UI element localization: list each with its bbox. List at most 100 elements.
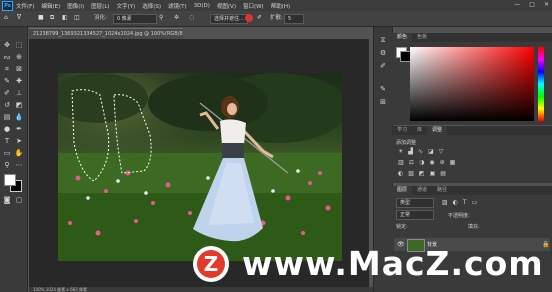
black-white-icon[interactable]: ◑ [419, 159, 424, 166]
menu-view[interactable]: 视图(V) [217, 2, 236, 10]
hue-saturation-icon[interactable]: ▥ [398, 159, 404, 166]
adjustment-icons-row-1: ☀ ▟ ∿ ◪ ▽ [398, 148, 443, 155]
vibrance-icon[interactable]: ▽ [439, 148, 444, 155]
layer-filter-icons: ▨ ◐ T ▭ [442, 199, 477, 206]
document-image[interactable] [58, 73, 342, 261]
gradient-tool-icon[interactable]: ▤ [2, 112, 12, 122]
maximize-button[interactable]: □ [529, 1, 535, 8]
posterize-icon[interactable]: ▨ [408, 170, 414, 177]
selective-color-icon[interactable]: ▣ [430, 170, 436, 177]
move-tool-icon[interactable]: ✥ [2, 40, 12, 50]
eyedropper-icon[interactable]: ✎ [2, 76, 12, 86]
invert-icon[interactable]: ◐ [398, 170, 403, 177]
tab-swatches[interactable]: 色板 [412, 33, 432, 42]
channel-mixer-icon[interactable]: ⊛ [440, 159, 445, 166]
subtract-selection-icon[interactable]: ◧ [62, 14, 68, 22]
brush-tool-icon[interactable]: ✐ [2, 88, 12, 98]
fill-label: 填充: [468, 224, 480, 230]
lasso-tool-icon[interactable]: ᔓ [2, 52, 12, 62]
menu-window[interactable]: 窗口(W) [243, 2, 264, 10]
tab-learn[interactable]: 学习 [392, 126, 412, 135]
shape-tool-icon[interactable]: ▭ [2, 148, 12, 158]
marquee-tool-icon[interactable]: ⬚ [14, 40, 24, 50]
color-balance-icon[interactable]: ⚖ [409, 159, 414, 166]
home-icon[interactable]: ⌂ [4, 14, 8, 22]
blend-mode-select[interactable]: 正常 [396, 210, 434, 220]
zoom-tool-icon[interactable]: ⚲ [2, 160, 12, 170]
levels-icon[interactable]: ▟ [408, 148, 413, 155]
tab-layers[interactable]: 图层 [392, 186, 413, 195]
intersect-selection-icon[interactable]: ◫ [74, 14, 80, 22]
document-tab[interactable]: 21238799_1369321334527_1024x1024.jpg @ 1… [29, 28, 183, 39]
adjustment-filter-icon[interactable]: ◐ [453, 199, 458, 206]
tools-panel: ✥ ⬚ ᔓ ⊕ ⌗ ⊠ ✎ ✚ ✐ ⊥ ↺ ◩ ▤ 💧 ● ✒ T ➤ ▭ ✋ … [0, 27, 28, 292]
pin-icon[interactable]: ⚲ [159, 14, 163, 22]
foreground-color-swatch[interactable] [4, 174, 16, 186]
gradient-map-icon[interactable]: ▤ [440, 170, 446, 177]
screen-mode-icon[interactable]: ▢ [14, 195, 24, 205]
quick-select-icon[interactable]: ⊕ [14, 52, 24, 62]
pen-tool-icon[interactable]: ✒ [14, 124, 24, 134]
minimize-button[interactable]: — [514, 1, 520, 8]
close-button[interactable]: ✕ [544, 1, 549, 8]
shape-filter-icon[interactable]: ▭ [472, 199, 478, 206]
tab-libraries[interactable]: 库 [412, 126, 427, 135]
hand-tool-icon[interactable]: ✋ [14, 148, 24, 158]
tab-adjustments[interactable]: 调整 [427, 126, 448, 135]
adjustment-icons-row-3: ◐ ▨ ◩ ▣ ▤ [398, 170, 446, 177]
more-tools-icon[interactable]: ⋯ [14, 160, 24, 170]
add-adjustment-label: 添加调整 [396, 140, 417, 146]
type-tool-icon[interactable]: T [2, 136, 12, 146]
properties-icon[interactable]: ⚙ [378, 48, 388, 58]
record-icon[interactable] [245, 14, 253, 22]
brush-settings-icon[interactable]: ✐ [378, 61, 388, 71]
eraser-icon[interactable]: ◩ [14, 100, 24, 110]
tab-channels[interactable]: 通道 [412, 186, 432, 195]
status-bar: 100% 1024 像素 x 683 像素 [29, 287, 373, 292]
menu-filter[interactable]: 滤镜(T) [168, 2, 187, 10]
lasso-preset-icon[interactable]: ᐁ [17, 14, 21, 22]
layer-kind-filter[interactable]: 类型 [396, 198, 434, 208]
stamp-tool-icon[interactable]: ⊥ [14, 88, 24, 98]
pixel-filter-icon[interactable]: ▨ [442, 199, 448, 206]
brightness-icon[interactable]: ☀ [398, 148, 403, 155]
menu-edit[interactable]: 编辑(E) [41, 2, 60, 10]
new-selection-icon[interactable]: ■ [38, 14, 44, 22]
gear-icon[interactable]: ✲ [174, 14, 179, 22]
menu-select[interactable]: 选择(S) [142, 2, 161, 10]
hue-slider[interactable] [538, 47, 544, 121]
add-selection-icon[interactable]: ⧉ [50, 14, 54, 22]
path-select-icon[interactable]: ➤ [14, 136, 24, 146]
curves-icon[interactable]: ∿ [418, 148, 423, 155]
clone-source-icon[interactable]: ⊞ [378, 97, 388, 107]
history-brush-icon[interactable]: ↺ [2, 100, 12, 110]
dodge-tool-icon[interactable]: ● [2, 124, 12, 134]
photo-filter-icon[interactable]: ◉ [429, 159, 434, 166]
crop-tool-icon[interactable]: ⌗ [2, 64, 12, 74]
frame-tool-icon[interactable]: ⊠ [14, 64, 24, 74]
quick-mask-icon[interactable]: ◙ [2, 195, 12, 205]
blur-tool-icon[interactable]: 💧 [14, 112, 24, 122]
brushes-icon[interactable]: ✎ [378, 84, 388, 94]
color-picker-field[interactable] [410, 47, 534, 121]
threshold-icon[interactable]: ◩ [419, 170, 425, 177]
tab-paths[interactable]: 路径 [432, 186, 452, 195]
brush-size-icon[interactable]: ◌ [189, 14, 194, 22]
history-icon[interactable]: ⧖ [378, 35, 388, 45]
spread-input[interactable]: 5 [284, 14, 304, 24]
menu-3d[interactable]: 3D(D) [194, 3, 210, 9]
menu-type[interactable]: 文字(Y) [117, 2, 136, 10]
heal-tool-icon[interactable]: ✚ [14, 76, 24, 86]
text-filter-icon[interactable]: T [463, 199, 467, 206]
menu-help[interactable]: 帮助(H) [271, 2, 290, 10]
menu-image[interactable]: 图像(I) [67, 2, 84, 10]
menu-file[interactable]: 文件(F) [16, 2, 34, 10]
tab-color[interactable]: 颜色 [392, 33, 413, 42]
feather-input[interactable]: 0 像素 [113, 14, 157, 24]
menu-layer[interactable]: 图层(L) [91, 2, 109, 10]
refine-edge-button[interactable]: 选择并遮住... [210, 14, 248, 24]
menu-bar: Ps 文件(F) 编辑(E) 图像(I) 图层(L) 文字(Y) 选择(S) 滤… [0, 0, 552, 11]
brush-icon[interactable]: ✐ [257, 14, 262, 22]
exposure-icon[interactable]: ◪ [428, 148, 434, 155]
color-lookup-icon[interactable]: ▦ [450, 159, 456, 166]
